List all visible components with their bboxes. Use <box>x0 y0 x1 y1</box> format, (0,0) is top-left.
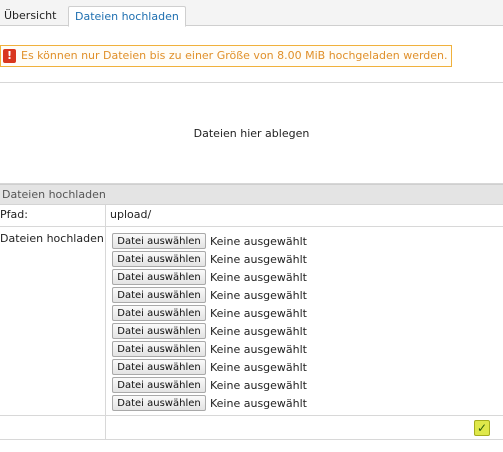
checkmark-icon: ✓ <box>476 421 488 435</box>
file-status: Keine ausgewählt <box>210 252 307 266</box>
file-input-row: Datei auswählen Keine ausgewählt <box>112 340 307 358</box>
choose-file-button[interactable]: Datei auswählen <box>112 341 206 357</box>
file-status: Keine ausgewählt <box>210 324 307 338</box>
submit-button[interactable]: ✓ <box>474 420 490 436</box>
tab-overview[interactable]: Übersicht <box>0 6 62 27</box>
path-value: upload/ <box>110 208 152 221</box>
path-row: Pfad: upload/ <box>0 205 503 227</box>
file-drop-zone[interactable]: Dateien hier ablegen <box>0 82 503 184</box>
path-label: Pfad: <box>0 205 106 226</box>
file-input-row: Datei auswählen Keine ausgewählt <box>112 304 307 322</box>
file-status: Keine ausgewählt <box>210 378 307 392</box>
file-input-row: Datei auswählen Keine ausgewählt <box>112 322 307 340</box>
file-status: Keine ausgewählt <box>210 306 307 320</box>
files-label: Dateien hochladen <box>0 227 106 415</box>
file-status: Keine ausgewählt <box>210 396 307 410</box>
choose-file-button[interactable]: Datei auswählen <box>112 395 206 411</box>
section-title: Dateien hochladen <box>2 188 106 201</box>
exclamation-icon: ! <box>3 49 16 63</box>
file-status: Keine ausgewählt <box>210 342 307 356</box>
tab-upload-files[interactable]: Dateien hochladen <box>68 6 186 27</box>
file-status: Keine ausgewählt <box>210 360 307 374</box>
choose-file-button[interactable]: Datei auswählen <box>112 269 206 285</box>
file-input-row: Datei auswählen Keine ausgewählt <box>112 358 307 376</box>
file-input-row: Datei auswählen Keine ausgewählt <box>112 286 307 304</box>
files-row: Dateien hochladen Datei auswählen Keine … <box>0 227 503 416</box>
file-size-warning: ! Es können nur Dateien bis zu einer Grö… <box>0 45 452 67</box>
choose-file-button[interactable]: Datei auswählen <box>112 251 206 267</box>
warning-text: Es können nur Dateien bis zu einer Größe… <box>21 49 448 62</box>
file-input-row: Datei auswählen Keine ausgewählt <box>112 268 307 286</box>
file-status: Keine ausgewählt <box>210 288 307 302</box>
file-input-list: Datei auswählen Keine ausgewählt Datei a… <box>112 232 307 412</box>
choose-file-button[interactable]: Datei auswählen <box>112 305 206 321</box>
tab-bar: Übersicht Dateien hochladen <box>0 0 503 27</box>
file-input-row: Datei auswählen Keine ausgewählt <box>112 232 307 250</box>
choose-file-button[interactable]: Datei auswählen <box>112 323 206 339</box>
drop-zone-label: Dateien hier ablegen <box>193 126 310 140</box>
choose-file-button[interactable]: Datei auswählen <box>112 287 206 303</box>
file-input-row: Datei auswählen Keine ausgewählt <box>112 250 307 268</box>
file-input-row: Datei auswählen Keine ausgewählt <box>112 376 307 394</box>
submit-row: ✓ <box>0 416 503 440</box>
file-status: Keine ausgewählt <box>210 270 307 284</box>
file-input-row: Datei auswählen Keine ausgewählt <box>112 394 307 412</box>
submit-row-label-cell <box>0 416 106 439</box>
choose-file-button[interactable]: Datei auswählen <box>112 359 206 375</box>
choose-file-button[interactable]: Datei auswählen <box>112 233 206 249</box>
section-header: Dateien hochladen <box>0 184 503 205</box>
choose-file-button[interactable]: Datei auswählen <box>112 377 206 393</box>
file-status: Keine ausgewählt <box>210 234 307 248</box>
